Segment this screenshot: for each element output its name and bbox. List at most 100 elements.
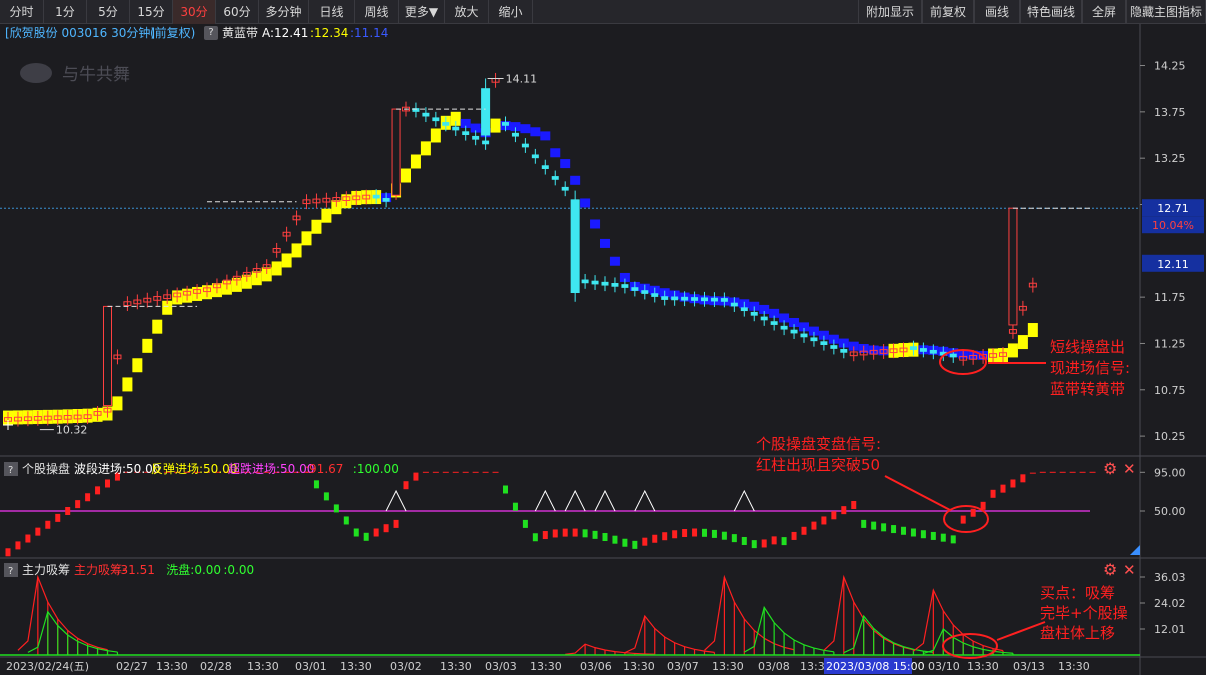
band-block [281, 253, 292, 268]
osc-bar [791, 531, 797, 540]
candle-body [740, 307, 748, 312]
candle-body [909, 346, 917, 350]
candle-body [730, 302, 738, 307]
band-block [401, 168, 411, 183]
annotation-3-line-2: 盘柱体上移 [1040, 624, 1115, 642]
osc-bar [652, 534, 658, 543]
big-candle-body [481, 88, 491, 136]
candle-body [521, 143, 529, 148]
osc-bar [841, 506, 847, 515]
band-block [291, 243, 302, 258]
candle-body [432, 117, 440, 122]
osc-bar [741, 536, 747, 545]
xaxis-label-6: 13:30 [340, 660, 372, 673]
candle-body [820, 341, 828, 346]
osc-bar [393, 519, 399, 528]
osc-bar [95, 486, 101, 495]
candle-body [949, 353, 957, 358]
p3-line [823, 574, 914, 651]
osc-bar [831, 511, 837, 520]
band-block [321, 208, 332, 223]
price-tick-label: 13.25 [1154, 152, 1186, 165]
xaxis-label-13: 03/07 [667, 660, 699, 673]
watermark-bull-icon [20, 63, 52, 83]
price-tick-label: 14.25 [1154, 60, 1186, 73]
osc-bar [811, 521, 817, 530]
annotation-3-line-0: 买点：吸筹 [1040, 584, 1115, 602]
osc-bar [910, 528, 916, 537]
candle-body [929, 349, 937, 354]
p2-title: 个股操盘 [22, 461, 70, 476]
xaxis-label-18: 03/10 [928, 660, 960, 673]
signal-circle-2 [943, 505, 989, 533]
osc-bar [532, 533, 538, 542]
pct-label: 10.04% [1152, 219, 1194, 232]
band-block [430, 128, 441, 143]
osc-bar [950, 535, 956, 544]
band-block [550, 148, 561, 158]
osc-bar [930, 531, 936, 540]
band-block [410, 154, 421, 169]
candle-body [701, 297, 708, 302]
osc-bar [1010, 479, 1016, 488]
osc-bar [761, 539, 767, 548]
osc-bar [901, 526, 906, 535]
xaxis-label-3: 02/28 [200, 660, 232, 673]
band-block [271, 261, 282, 276]
candle-body [840, 349, 848, 353]
band-block [122, 377, 133, 392]
stock-chart[interactable]: 与牛共舞14.2513.7513.2512.7511.7511.2510.751… [0, 0, 1206, 675]
osc-bar [771, 536, 777, 545]
candle-body [452, 126, 460, 131]
xaxis-label-20: 03/13 [1013, 660, 1045, 673]
low-price-label: 10.32 [56, 424, 88, 437]
band-block [490, 118, 501, 133]
osc-bar [45, 520, 51, 529]
candle-body [919, 348, 927, 352]
band-block [112, 396, 123, 411]
p3-line [704, 574, 795, 651]
band-block [560, 159, 571, 169]
candle-body [800, 333, 808, 338]
price-tick-label: 11.25 [1154, 337, 1186, 350]
candle-body [720, 298, 728, 302]
osc-bar [781, 537, 787, 546]
p2-value-4: :100.00 [353, 462, 399, 476]
p2-value-1: 反弹进场:50.00 [151, 462, 237, 476]
osc-bar [522, 519, 528, 528]
xaxis-label-15: 03/08 [758, 660, 790, 673]
candle-body [750, 311, 758, 316]
xaxis-label-4: 13:30 [247, 660, 279, 673]
osc-bar [692, 528, 698, 537]
p3-line [17, 574, 108, 651]
candle-body [531, 154, 539, 159]
annotation-2-line-0: 个股操盘变盘信号: [756, 435, 881, 453]
signal-triangle [733, 489, 755, 512]
price-tick-label: 10.75 [1154, 384, 1186, 397]
annotation-3-line-1: 完毕+个股操 [1040, 604, 1128, 622]
osc-bar [990, 489, 996, 498]
osc-bar [105, 479, 110, 488]
osc-bar [582, 529, 588, 538]
arrow-3 [996, 621, 1046, 641]
osc-bar [542, 531, 548, 540]
candle-body [691, 297, 699, 301]
osc-bar [970, 508, 976, 517]
candle-body [671, 296, 679, 301]
band-block [580, 198, 591, 208]
p2-tick-label: 50.00 [1154, 505, 1186, 518]
osc-bar [403, 481, 409, 490]
osc-bar [85, 493, 91, 502]
xaxis-label-8: 13:30 [440, 660, 472, 673]
band-block [152, 319, 163, 334]
band-block [609, 256, 620, 266]
band-block [1007, 343, 1018, 358]
p3-line [744, 605, 834, 653]
p2-tick-label: 95.00 [1154, 466, 1186, 479]
xaxis-label-21: 13:30 [1058, 660, 1090, 673]
candle-body [681, 296, 689, 301]
xaxis-label-19: 13:30 [967, 660, 999, 673]
xaxis-label-2: 13:30 [156, 660, 188, 673]
p2-corner-icon [1130, 545, 1140, 555]
p3-tick-label: 24.02 [1154, 597, 1186, 610]
